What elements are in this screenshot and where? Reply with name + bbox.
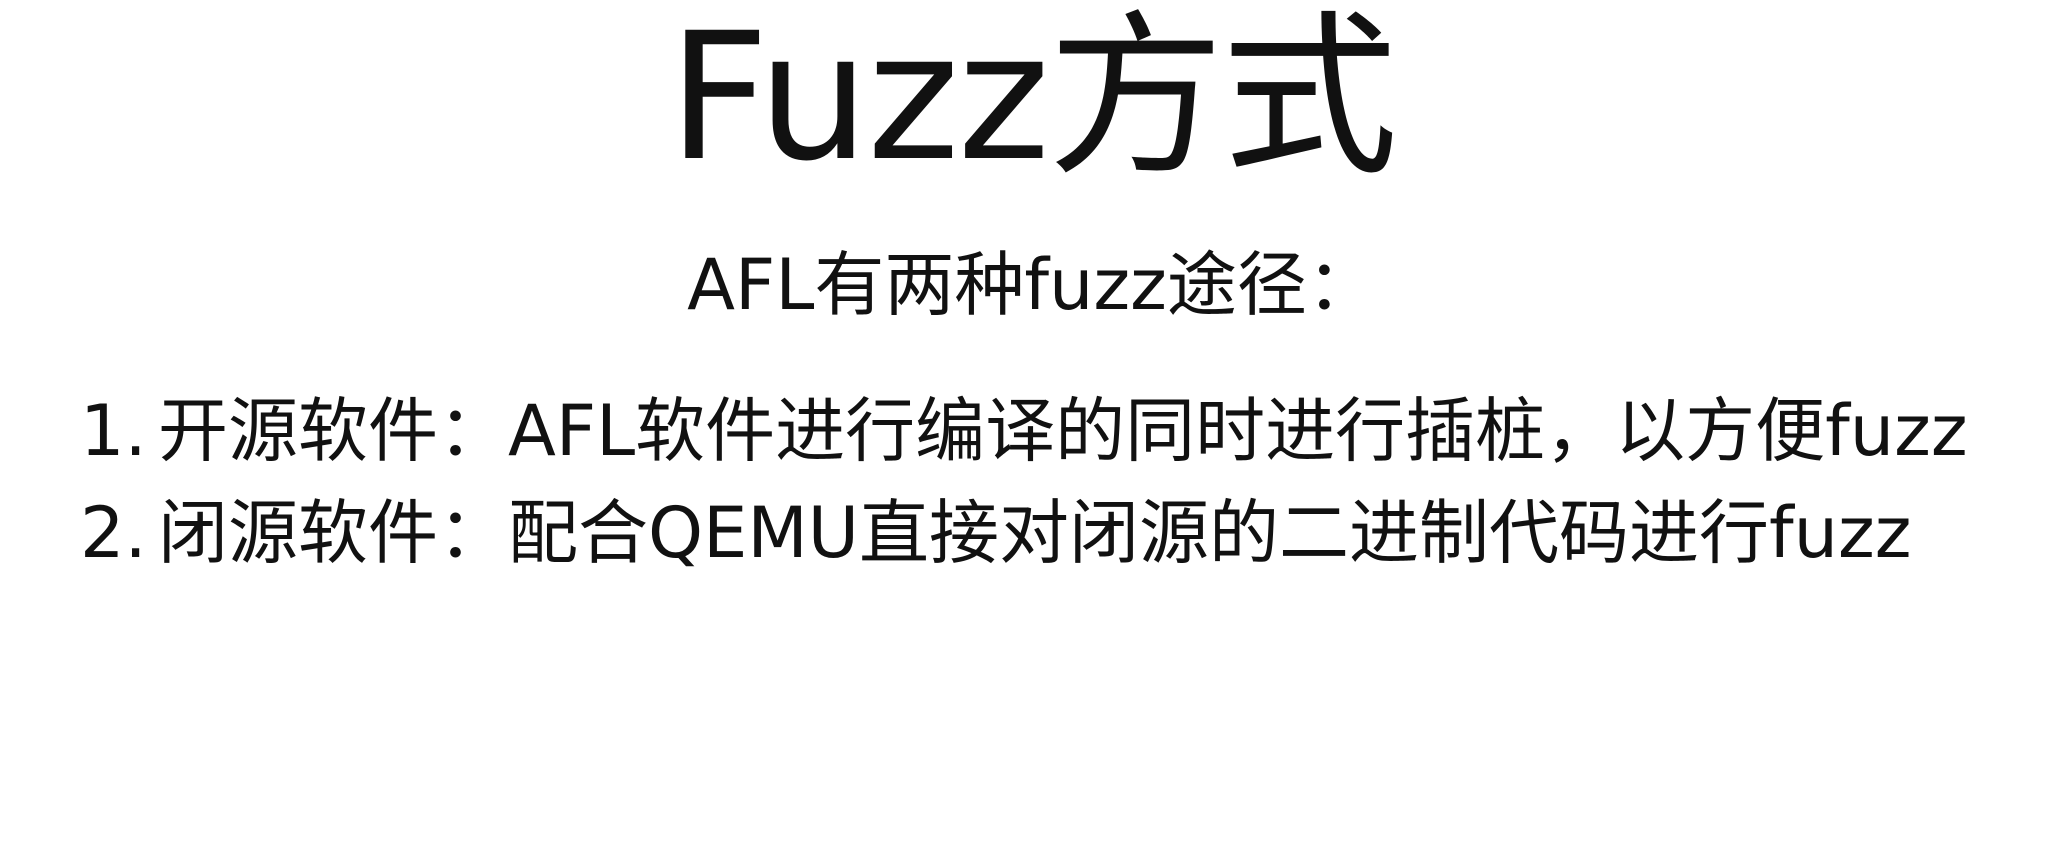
list-item-text: 开源软件：AFL软件进行编译的同时进行插桩，以方便fuzz bbox=[158, 390, 1968, 472]
list-item-number: 2. bbox=[80, 492, 147, 574]
list-item-number: 1. bbox=[80, 390, 147, 472]
slide-subtitle: AFL有两种fuzz途径： bbox=[687, 244, 1377, 326]
slide-title: Fuzz方式 bbox=[668, 0, 1398, 200]
list-item: 1. 开源软件：AFL软件进行编译的同时进行插桩，以方便fuzz bbox=[80, 380, 2030, 482]
list-item: 2. 闭源软件：配合QEMU直接对闭源的二进制代码进行fuzz bbox=[80, 482, 2030, 584]
fuzz-methods-list: 1. 开源软件：AFL软件进行编译的同时进行插桩，以方便fuzz 2. 闭源软件… bbox=[80, 380, 2030, 584]
slide: Fuzz方式 AFL有两种fuzz途径： 1. 开源软件：AFL软件进行编译的同… bbox=[0, 0, 2064, 857]
list-item-text: 闭源软件：配合QEMU直接对闭源的二进制代码进行fuzz bbox=[158, 492, 1912, 574]
